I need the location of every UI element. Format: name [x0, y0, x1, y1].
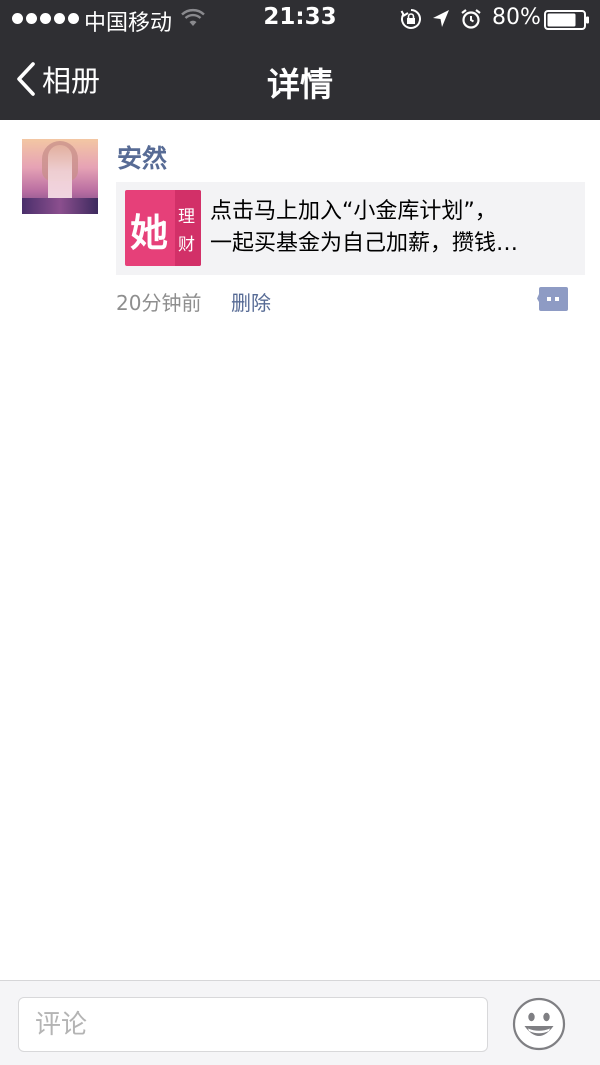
location-icon — [433, 10, 449, 27]
comment-input[interactable] — [18, 997, 488, 1052]
nav-bar: 相册 详情 — [0, 38, 600, 120]
thumbnail-logo-sub1: 理 — [178, 207, 195, 227]
emoji-icon[interactable] — [512, 997, 566, 1051]
page-title: 详情 — [267, 65, 333, 104]
battery-percent: 80% — [492, 5, 541, 30]
rotation-lock-icon — [400, 9, 421, 29]
shared-link-card[interactable]: 她 理 财 点击马上加入“小金库计划”， 一起买基金为自己加薪，攒钱… — [116, 182, 585, 275]
thumbnail-logo-sub2: 财 — [178, 235, 195, 255]
shared-link-title-line2: 一起买基金为自己加薪，攒钱… — [210, 231, 519, 256]
comment-bar — [0, 980, 600, 1065]
status-bar: 中国移动 21:33 80% — [0, 0, 600, 38]
author-name[interactable]: 安然 — [117, 139, 167, 175]
header: 中国移动 21:33 80% 相册 详情 — [0, 0, 600, 120]
battery-icon — [544, 10, 589, 30]
delete-button[interactable]: 删除 — [231, 287, 271, 316]
thumbnail-logo-main: 她 — [130, 211, 169, 255]
post-timestamp: 20分钟前 — [116, 291, 202, 315]
avatar[interactable] — [22, 139, 98, 214]
comment-bubble-icon[interactable] — [537, 286, 569, 312]
alarm-icon — [461, 9, 481, 29]
shared-link-title: 点击马上加入“小金库计划”， 一起买基金为自己加薪，攒钱… — [210, 196, 576, 260]
shared-link-thumbnail: 她 理 财 — [125, 190, 201, 266]
shared-link-title-line1: 点击马上加入“小金库计划”， — [210, 199, 497, 224]
